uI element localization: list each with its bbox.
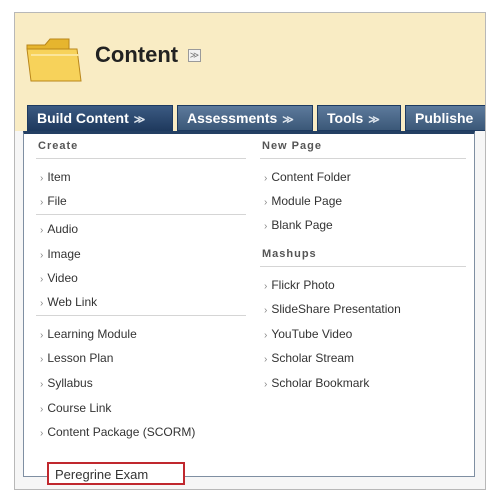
tab-publisher[interactable]: Publishe — [405, 105, 485, 131]
content-menubar: Build Content ≫ Assessments ≫ Tools ≫ Publi… — [15, 105, 485, 131]
chevron-right-icon: › — [40, 298, 44, 309]
tab-label: Tools — [327, 110, 364, 126]
divider — [260, 158, 466, 159]
tab-label: Build Content — [37, 110, 129, 126]
chevron-right-icon: › — [40, 250, 44, 261]
chevron-down-icon[interactable]: ≫ — [188, 49, 201, 62]
menu-item-course-link[interactable]: › Course Link — [40, 401, 111, 415]
chevron-right-icon: › — [40, 173, 44, 184]
menu-item-content-package[interactable]: › Content Package (SCORM) — [40, 425, 195, 439]
chevron-right-icon: › — [264, 173, 268, 184]
chevron-down-icon: ≫ — [133, 114, 146, 126]
chevron-right-icon: › — [40, 354, 44, 365]
chevron-right-icon: › — [264, 305, 268, 316]
tab-label: Publishe — [415, 110, 474, 126]
chevron-right-icon: › — [40, 225, 44, 236]
chevron-right-icon: › — [40, 197, 44, 208]
divider — [260, 266, 466, 267]
divider — [36, 158, 246, 159]
menu-item-blank-page[interactable]: › Blank Page — [264, 218, 333, 232]
divider — [36, 214, 246, 215]
chevron-right-icon: › — [264, 354, 268, 365]
menu-item-image[interactable]: › Image — [40, 247, 81, 261]
menu-item-learning-module[interactable]: › Learning Module — [40, 327, 137, 341]
content-area-frame: Content ≫ Build Content ≫ Assessments ≫ To… — [14, 12, 486, 490]
chevron-right-icon: › — [264, 379, 268, 390]
chevron-right-icon: › — [264, 281, 268, 292]
build-content-menu: Create › Item › File › Audio › Image › Video … — [23, 131, 475, 485]
tab-assessments[interactable]: Assessments ≫ — [177, 105, 313, 131]
new-page-heading: New Page — [262, 140, 322, 152]
tab-label: Assessments — [187, 110, 278, 126]
page-title: Content — [95, 42, 179, 67]
chevron-right-icon: › — [40, 330, 44, 341]
menu-item-module-page[interactable]: › Module Page — [264, 194, 342, 208]
menu-item-content-folder[interactable]: › Content Folder — [264, 170, 351, 184]
create-heading: Create — [38, 140, 79, 152]
mashups-heading: Mashups — [262, 248, 317, 260]
chevron-right-icon: › — [40, 379, 44, 390]
menu-item-scholar-bookmark[interactable]: › Scholar Bookmark — [264, 376, 369, 390]
menu-item-flickr-photo[interactable]: › Flickr Photo — [264, 278, 335, 292]
menu-item-audio[interactable]: › Audio — [40, 222, 78, 236]
menu-item-slideshare[interactable]: › SlideShare Presentation — [264, 302, 401, 316]
chevron-right-icon: › — [40, 404, 44, 415]
menu-item-item[interactable]: › Item — [40, 170, 71, 184]
chevron-right-icon: › — [264, 221, 268, 232]
divider — [36, 315, 246, 316]
menu-item-lesson-plan[interactable]: › Lesson Plan — [40, 351, 113, 365]
menu-item-web-link[interactable]: › Web Link — [40, 295, 97, 309]
menu-item-scholar-stream[interactable]: › Scholar Stream — [264, 351, 354, 365]
menu-item-file[interactable]: › File — [40, 194, 67, 208]
chevron-right-icon: › — [40, 428, 44, 439]
tab-tools[interactable]: Tools ≫ — [317, 105, 401, 131]
folder-icon — [26, 38, 82, 82]
menu-item-label: Peregrine Exam — [55, 467, 149, 482]
chevron-down-icon: ≫ — [282, 114, 294, 126]
chevron-right-icon: › — [264, 197, 268, 208]
menu-item-peregrine-exam[interactable]: Peregrine Exam — [47, 462, 185, 485]
tab-build-content[interactable]: Build Content ≫ — [27, 105, 173, 131]
chevron-right-icon: › — [264, 330, 268, 341]
menu-item-video[interactable]: › Video — [40, 271, 78, 285]
menu-item-syllabus[interactable]: › Syllabus — [40, 376, 93, 390]
chevron-right-icon: › — [40, 274, 44, 285]
menu-item-youtube-video[interactable]: › YouTube Video — [264, 327, 352, 341]
content-header: Content ≫ — [15, 13, 485, 105]
chevron-down-icon: ≫ — [368, 114, 380, 126]
